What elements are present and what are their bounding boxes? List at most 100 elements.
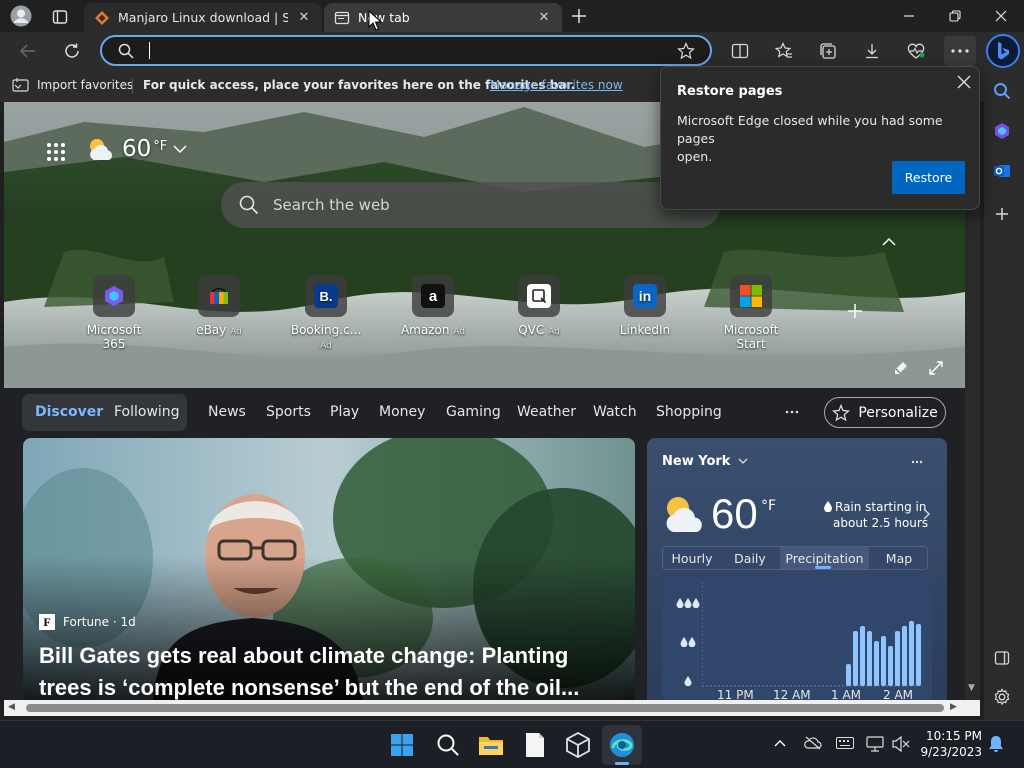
scroll-thumb[interactable]	[26, 704, 944, 712]
import-favorites-button[interactable]: Import favorites	[12, 77, 133, 93]
downloads-icon[interactable]	[856, 36, 888, 66]
more-tabs-icon[interactable]	[785, 410, 799, 414]
weather-tab-daily[interactable]: Daily	[721, 551, 779, 566]
virtualbox-icon[interactable]	[566, 732, 590, 758]
apps-launcher-icon[interactable]	[46, 142, 66, 162]
collections-icon[interactable]	[812, 36, 844, 66]
article-headline[interactable]: Bill Gates gets real about climate chang…	[39, 640, 579, 700]
tab-actions-icon[interactable]	[46, 6, 74, 28]
tab-sports[interactable]: Sports	[266, 404, 311, 420]
tab-news[interactable]: News	[208, 404, 246, 420]
tray-overflow-chevron-icon[interactable]	[774, 739, 786, 747]
quick-link-microsoft-365[interactable]: Microsoft 365	[74, 275, 154, 351]
partly-cloudy-icon	[86, 136, 116, 162]
scroll-left-arrow-icon[interactable]: ◀	[8, 702, 15, 712]
restore-button[interactable]: Restore	[892, 161, 965, 194]
quick-link-amazon[interactable]: a Amazon Ad	[398, 275, 468, 337]
web-search-box[interactable]: Search the web	[221, 182, 721, 228]
weather-widget[interactable]: 60 °F	[86, 136, 187, 162]
horizontal-scrollbar[interactable]: ◀ ▶	[4, 700, 980, 716]
refresh-button[interactable]	[56, 36, 88, 66]
notification-bell-icon[interactable]	[988, 735, 1004, 753]
close-tab-icon[interactable]: ✕	[296, 10, 312, 26]
minimize-button[interactable]	[886, 0, 932, 32]
tab-manjaro[interactable]: Manjaro Linux download | Source ✕	[84, 3, 322, 32]
quick-link-booking[interactable]: B. Booking.c... Ad	[286, 275, 366, 351]
precip-bar	[867, 631, 872, 686]
manjaro-favicon-icon	[94, 10, 110, 26]
taskbar-search-icon[interactable]	[436, 733, 460, 757]
personalize-button[interactable]: Personalize	[824, 397, 946, 428]
tab-weather[interactable]: Weather	[517, 404, 576, 420]
manage-favorites-link[interactable]: Manage favorites now	[490, 78, 623, 92]
weather-tab-precipitation[interactable]: Precipitation	[780, 551, 869, 566]
keyboard-icon[interactable]	[836, 737, 854, 749]
sidebar-hide-icon[interactable]	[994, 650, 1010, 666]
tab-watch[interactable]: Watch	[593, 404, 637, 420]
favorite-star-icon[interactable]	[677, 42, 695, 60]
restore-pages-popup: Restore pages Microsoft Edge closed whil…	[660, 66, 980, 210]
tab-play[interactable]: Play	[330, 404, 359, 420]
collapse-chevron-icon[interactable]	[882, 237, 896, 247]
article-card[interactable]: F Fortune · 1d Bill Gates gets real abou…	[23, 438, 635, 700]
tab-following[interactable]: Following	[114, 404, 180, 420]
start-button[interactable]	[390, 733, 414, 757]
performance-heart-icon[interactable]	[900, 36, 932, 66]
quick-link-linkedin[interactable]: in LinkedIn	[616, 275, 674, 337]
weather-tab-indicator	[815, 566, 831, 569]
clock[interactable]: 10:15 PM 9/23/2023	[918, 728, 982, 760]
popup-body-line: Microsoft Edge closed while you had some…	[677, 113, 943, 146]
quick-link-label: Microsoft Start	[723, 323, 779, 351]
weather-more-icon[interactable]	[911, 460, 923, 464]
tab-gaming[interactable]: Gaming	[446, 404, 501, 420]
sidebar-copilot-icon[interactable]	[993, 122, 1011, 140]
file-explorer-icon[interactable]	[478, 733, 504, 757]
quick-link-microsoft-start[interactable]: Microsoft Start	[708, 275, 794, 351]
back-button[interactable]	[12, 36, 44, 66]
rain-forecast-line1: Rain starting in	[835, 500, 927, 514]
scroll-down-arrow-icon[interactable]: ▼	[968, 683, 975, 693]
close-window-button[interactable]	[978, 0, 1024, 32]
weather-tab-hourly[interactable]: Hourly	[663, 551, 721, 566]
ad-badge: Ad	[230, 327, 242, 337]
weather-card[interactable]: New York 60 °F Rain starting in about 2.…	[647, 438, 947, 700]
weather-tab-map[interactable]: Map	[869, 551, 929, 566]
new-tab-favicon-icon	[334, 10, 350, 26]
weather-location[interactable]: New York	[662, 454, 748, 469]
tab-money[interactable]: Money	[379, 404, 425, 420]
headline-line: trees is ‘complete nonsense’ but the end…	[39, 675, 580, 700]
quick-link-qvc[interactable]: QVC Ad	[510, 275, 568, 337]
tab-discover[interactable]: Discover	[35, 404, 103, 420]
tab-new-tab[interactable]: New tab ✕	[324, 3, 562, 32]
sidebar-add-icon[interactable]	[994, 206, 1010, 222]
edge-taskbar-button[interactable]	[602, 725, 642, 765]
customize-background-icon[interactable]	[893, 360, 909, 376]
x-tick-label: 1 AM	[831, 688, 862, 700]
qvc-icon	[518, 275, 560, 317]
popup-close-icon[interactable]	[957, 75, 971, 89]
profile-avatar[interactable]	[8, 4, 34, 28]
quick-link-ebay[interactable]: eBay Ad	[190, 275, 248, 337]
fullscreen-icon[interactable]	[929, 361, 943, 375]
sidebar-search-icon[interactable]	[993, 82, 1011, 100]
chevron-right-icon[interactable]	[923, 508, 930, 520]
new-tab-plus-icon[interactable]	[566, 4, 592, 28]
more-menu-icon[interactable]	[944, 36, 976, 66]
tab-shopping[interactable]: Shopping	[656, 404, 722, 420]
network-icon[interactable]	[866, 736, 884, 752]
restore-button[interactable]	[932, 0, 978, 32]
bing-copilot-icon[interactable]	[986, 34, 1020, 68]
scroll-right-arrow-icon[interactable]: ▶	[950, 702, 957, 712]
split-screen-icon[interactable]	[724, 36, 756, 66]
partly-cloudy-icon	[661, 492, 707, 534]
add-quick-link-icon[interactable]	[847, 303, 863, 319]
heavy-rain-icon	[676, 598, 700, 608]
volume-muted-icon[interactable]	[892, 736, 910, 752]
cloud-offline-icon[interactable]	[804, 736, 822, 750]
address-bar[interactable]	[100, 35, 712, 66]
sidebar-settings-icon[interactable]	[993, 688, 1011, 706]
favorites-icon[interactable]	[768, 36, 800, 66]
sidebar-outlook-icon[interactable]	[993, 162, 1011, 180]
close-tab-icon[interactable]: ✕	[536, 10, 552, 26]
notepad-icon[interactable]	[524, 732, 546, 758]
